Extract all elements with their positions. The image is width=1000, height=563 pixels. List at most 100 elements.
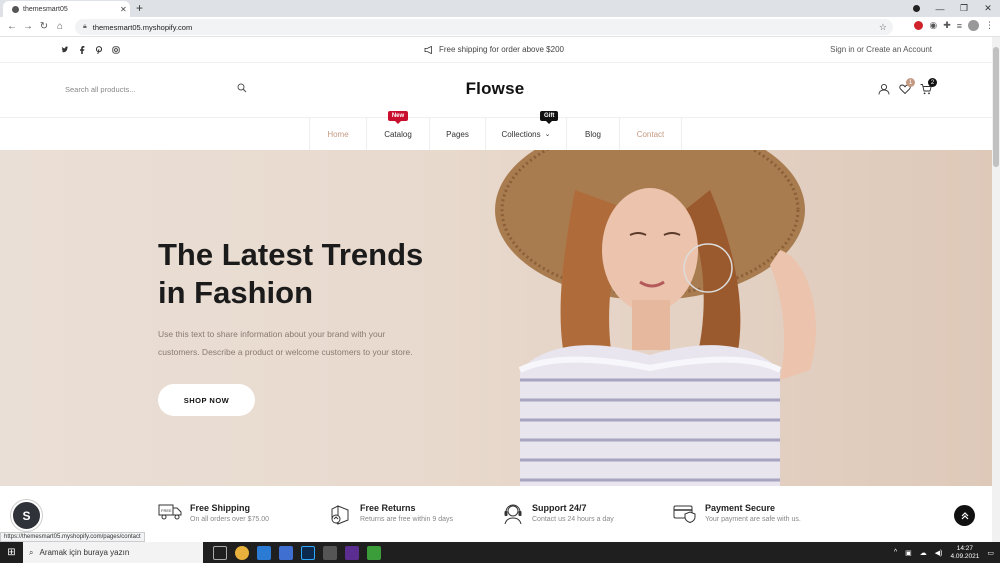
main-menu: Home New Catalog Pages Gift Collections … [309, 111, 682, 150]
cart-button[interactable]: 2 [920, 78, 937, 98]
kebab-menu-icon[interactable]: ⋮ [985, 20, 994, 31]
system-tray: ^ ▣ ☁ ◀) 14:27 4.09.2021 ▭ [894, 542, 994, 563]
hero-text: Use this text to share information about… [158, 329, 413, 357]
feature-subtitle: Your payment are safe with us. [705, 516, 801, 523]
feature-subtitle: Returns are free within 9 days [360, 516, 453, 523]
profile-avatar[interactable] [968, 20, 979, 31]
app-icon[interactable] [345, 545, 359, 560]
chevron-down-icon: ⌄ [544, 131, 551, 138]
bookmark-star-icon[interactable]: ☆ [879, 22, 887, 33]
menu-item-collections[interactable]: Gift Collections ⌄ [486, 111, 567, 150]
feature-title: Support 24/7 [532, 503, 587, 513]
box-return-icon [331, 505, 349, 525]
app-icon[interactable] [367, 545, 381, 560]
menu-item-label: Contact [636, 129, 665, 139]
account-button[interactable] [878, 83, 890, 98]
page-scrollbar[interactable] [992, 37, 1000, 542]
address-bar[interactable]: 🔒︎ themesmart05.myshopify.com ☆ [75, 19, 893, 35]
task-view-icon[interactable] [213, 545, 227, 560]
forward-icon[interactable]: → [20, 21, 36, 32]
menu-item-contact[interactable]: Contact [620, 118, 682, 150]
twitter-icon[interactable] [61, 45, 69, 54]
vscode-icon[interactable] [257, 545, 271, 560]
taskbar-search-input[interactable]: Aramak için buraya yazın [39, 548, 129, 557]
back-icon[interactable]: ← [4, 21, 20, 32]
headset-icon [504, 504, 522, 525]
menu-item-label: Catalog [384, 129, 412, 139]
features-bar: FREE Free Shipping On all orders over $7… [0, 486, 992, 542]
network-icon[interactable]: ▣ [905, 549, 912, 557]
feature-item: Support 24/7 Contact us 24 hours a day [502, 503, 614, 525]
search-icon: ⌕ [29, 547, 34, 557]
menu-item-label: Blog [584, 129, 601, 139]
user-icon [878, 83, 890, 95]
notification-icon[interactable]: ▭ [987, 549, 994, 557]
site-header: Search all products... Flowse 1 2 [0, 63, 992, 118]
minimize-icon[interactable]: — [928, 4, 952, 14]
menu-item-home[interactable]: Home [310, 118, 367, 150]
facebook-icon[interactable] [78, 45, 86, 54]
windows-taskbar: ⊞ ⌕ Aramak için buraya yazın ^ ▣ ☁ ◀) 14… [0, 542, 1000, 563]
shop-now-button[interactable]: SHOP NOW [158, 384, 255, 416]
app-icon[interactable] [323, 545, 337, 560]
feature-title: Payment Secure [705, 503, 776, 513]
svg-text:FREE: FREE [161, 508, 172, 513]
feature-title: Free Returns [360, 503, 416, 513]
record-icon[interactable] [913, 5, 920, 12]
extensions: ◉ ✚ ≡ ⋮ [914, 20, 994, 31]
double-chevron-up-icon [961, 511, 968, 519]
app-icon[interactable] [279, 545, 293, 560]
chrome-icon[interactable] [235, 545, 249, 560]
volume-icon[interactable]: ◀) [935, 549, 943, 557]
tab-title: themesmart05 [23, 5, 68, 13]
browser-tab[interactable]: themesmart05 ✕ [3, 1, 130, 17]
gift-badge: Gift [540, 111, 559, 124]
new-badge: New [387, 111, 409, 124]
close-window-icon[interactable]: ✕ [976, 3, 1000, 14]
announcement-bar: Free shipping for order above $200 Sign … [0, 37, 992, 63]
photoshop-icon[interactable] [301, 545, 315, 560]
menu-item-blog[interactable]: Blog [567, 118, 620, 150]
shipping-notice: Free shipping for order above $200 [424, 45, 564, 54]
clock[interactable]: 14:27 4.09.2021 [950, 545, 979, 561]
card-shield-icon [673, 505, 696, 523]
browser-toolbar: ← → ↻ ⌂ 🔒︎ themesmart05.myshopify.com ☆ … [0, 17, 1000, 37]
windows-start-icon[interactable]: ⊞ [0, 547, 23, 558]
menu-item-pages[interactable]: Pages [430, 118, 486, 150]
store-logo[interactable]: Flowse [0, 79, 990, 99]
chevron-up-icon[interactable]: ^ [894, 549, 897, 556]
lock-icon[interactable]: 🔒︎ [83, 23, 87, 31]
menu-item-label: Home [327, 129, 349, 139]
maximize-icon[interactable]: ❐ [952, 3, 976, 14]
taskbar-search[interactable]: ⌕ Aramak için buraya yazın [23, 542, 203, 563]
truck-icon: FREE [158, 504, 182, 520]
shopify-bag-icon[interactable]: S [11, 500, 42, 531]
account-link[interactable]: Sign in or Create an Account [830, 45, 932, 54]
window-controls: — ❐ ✕ [913, 0, 1000, 17]
instagram-icon[interactable] [112, 45, 120, 54]
cloud-icon[interactable]: ☁ [920, 549, 927, 557]
reload-icon[interactable]: ↻ [36, 21, 52, 32]
pinterest-icon[interactable] [95, 45, 103, 54]
social-links [61, 45, 120, 54]
opera-extension-icon[interactable] [914, 21, 924, 30]
home-icon[interactable]: ⌂ [52, 21, 68, 32]
feature-title: Free Shipping [190, 503, 251, 513]
menu-item-label: Pages [446, 129, 469, 139]
url-text: themesmart05.myshopify.com [92, 22, 193, 32]
menu-item-label: Collections [501, 129, 541, 139]
feature-subtitle: On all orders over $75.00 [190, 516, 269, 523]
shipping-text: Free shipping for order above $200 [439, 45, 564, 54]
reading-list-icon[interactable]: ≡ [957, 21, 962, 31]
browser-tab-strip: themesmart05 ✕ + — ❐ ✕ [0, 0, 1000, 17]
feature-subtitle: Contact us 24 hours a day [532, 516, 614, 523]
hero-title: The Latest Trends in Fashion [158, 237, 424, 310]
camera-icon[interactable]: ◉ [929, 20, 937, 31]
new-tab-button[interactable]: + [136, 1, 143, 15]
scrollbar-thumb[interactable] [993, 47, 999, 167]
close-tab-icon[interactable]: ✕ [120, 5, 130, 14]
wishlist-button[interactable]: 1 [899, 78, 915, 98]
menu-item-catalog[interactable]: New Catalog [367, 111, 430, 150]
puzzle-icon[interactable]: ✚ [943, 20, 951, 31]
scroll-to-top-button[interactable] [954, 505, 975, 526]
